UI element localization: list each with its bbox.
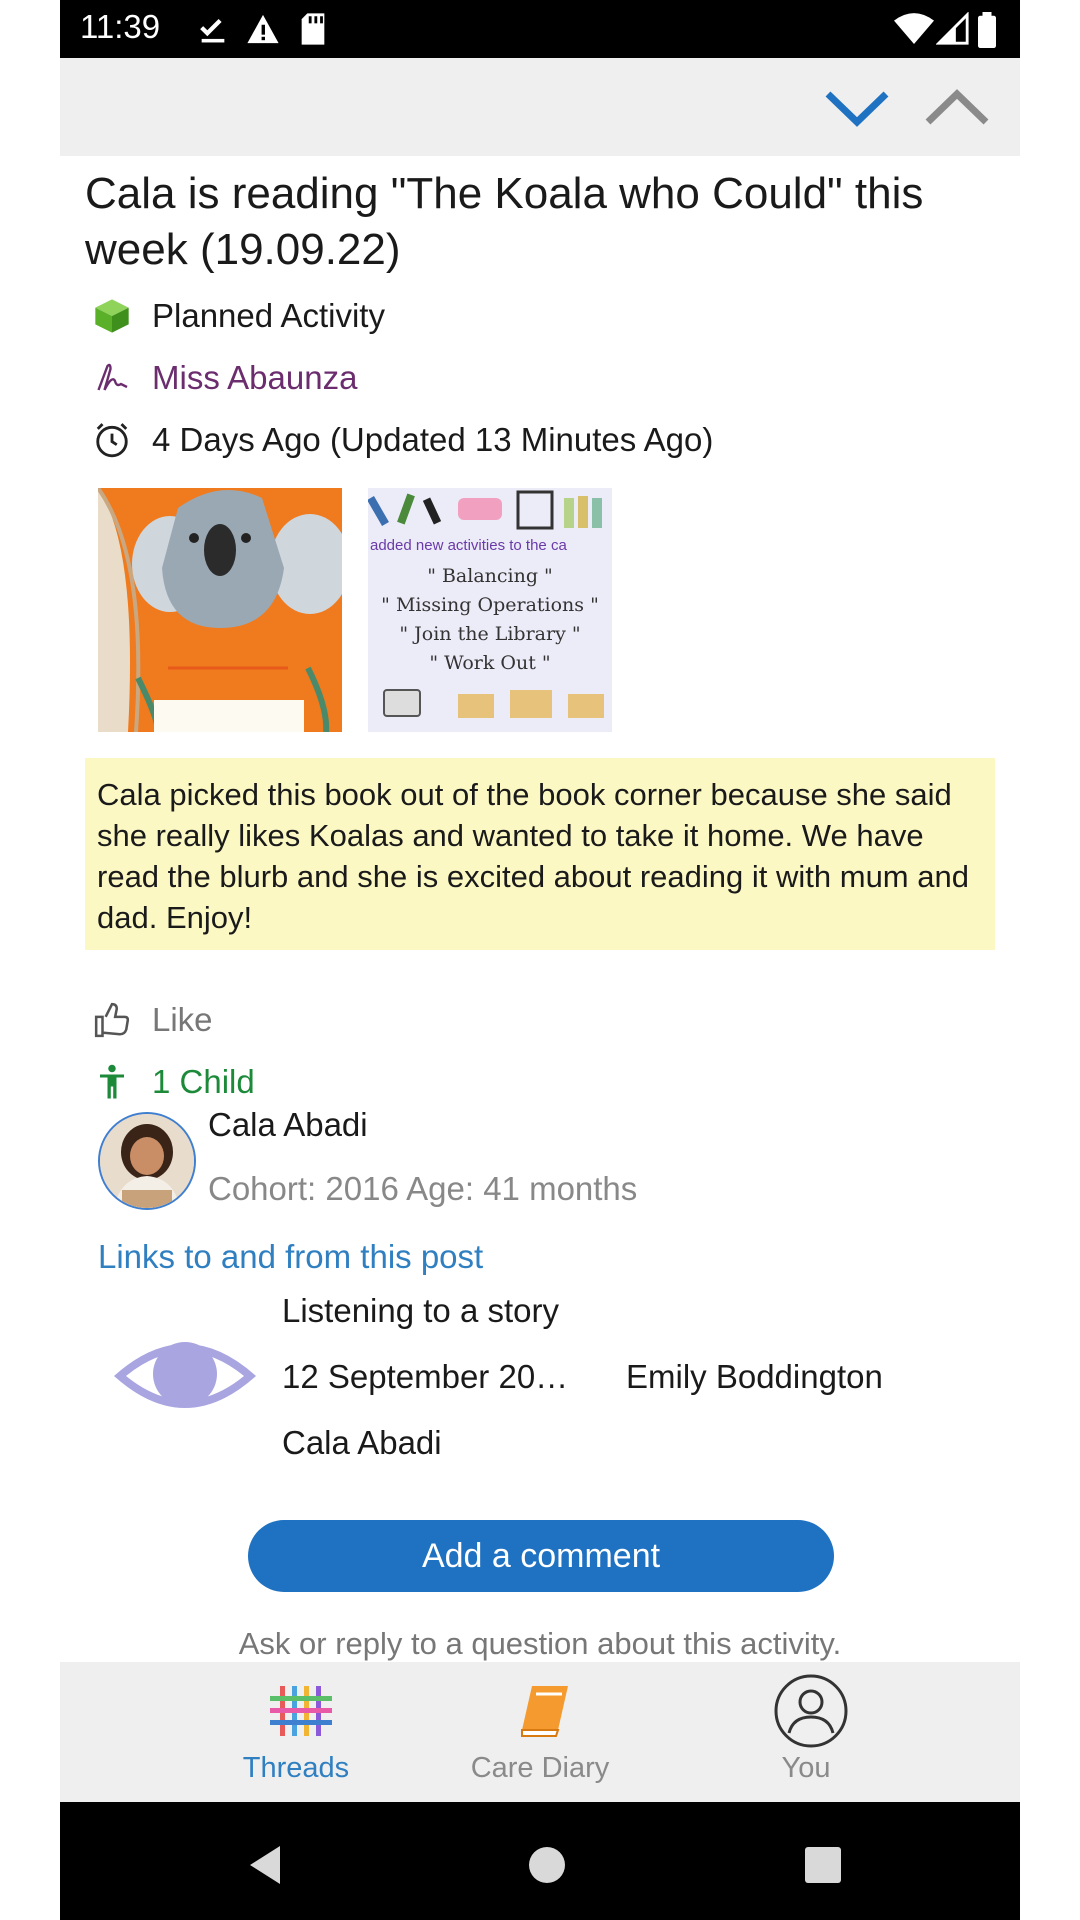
poster-line-4: " Join the Library " xyxy=(399,623,580,645)
bottom-navigation: Threads Care Diary You xyxy=(60,1662,1020,1802)
tab-threads-label: Threads xyxy=(242,1752,350,1784)
child-info: Cohort: 2016 Age: 41 months xyxy=(208,1170,638,1207)
previous-post-button[interactable] xyxy=(922,80,992,136)
links-section-title: Links to and from this post xyxy=(98,1238,484,1275)
book-icon xyxy=(510,1676,580,1746)
post-type-row: Planned Activity xyxy=(90,294,385,338)
system-navigation-bar xyxy=(60,1802,1020,1920)
poster-line-2: " Balancing " xyxy=(427,565,553,587)
tab-care-diary-label: Care Diary xyxy=(470,1752,610,1784)
link-title[interactable]: Listening to a story xyxy=(282,1292,559,1330)
like-button[interactable]: Like xyxy=(90,998,213,1042)
status-bar: 11:39 xyxy=(60,0,1020,58)
link-date: 12 September 20… xyxy=(282,1358,569,1395)
status-time: 11:39 xyxy=(80,8,161,45)
post-time-row: 4 Days Ago (Updated 13 Minutes Ago) xyxy=(90,418,713,462)
cube-icon xyxy=(90,294,134,338)
warning-icon xyxy=(247,14,279,44)
poster-line-1: added new activities to the ca xyxy=(370,537,567,554)
app-frame: 11:39 Cala is reading "The Koala who Cou… xyxy=(60,0,1020,1920)
wifi-icon xyxy=(894,13,934,44)
tab-you-label: You xyxy=(781,1752,831,1784)
post-author-row[interactable]: Miss Abaunza xyxy=(90,356,357,400)
chevron-down-icon xyxy=(825,91,889,127)
threads-icon xyxy=(266,1676,336,1746)
post-author: Miss Abaunza xyxy=(152,359,358,396)
signature-icon xyxy=(90,356,134,400)
child-name[interactable]: Cala Abadi xyxy=(208,1106,368,1144)
next-post-button[interactable] xyxy=(822,80,892,136)
children-count: 1 Child xyxy=(152,1063,255,1100)
user-icon xyxy=(772,1672,850,1750)
sd-card-icon xyxy=(301,13,325,45)
back-icon[interactable] xyxy=(242,1840,292,1890)
post-type: Planned Activity xyxy=(152,297,385,334)
post-time: 4 Days Ago (Updated 13 Minutes Ago) xyxy=(152,421,714,458)
battery-icon xyxy=(978,12,996,48)
thumbs-up-icon xyxy=(90,998,134,1042)
download-done-icon xyxy=(200,18,225,43)
link-child: Cala Abadi xyxy=(282,1424,442,1461)
add-comment-button[interactable]: Add a comment xyxy=(248,1520,834,1592)
tab-threads[interactable]: Threads xyxy=(176,1662,416,1802)
eye-icon[interactable] xyxy=(110,1326,260,1426)
clock-icon xyxy=(90,418,134,462)
link-author: Emily Boddington xyxy=(626,1358,883,1395)
post-toolbar xyxy=(60,58,1020,156)
post-note: Cala picked this book out of the book co… xyxy=(85,758,995,950)
post-title: Cala is reading "The Koala who Could" th… xyxy=(85,169,924,274)
koala-book-cover-image[interactable] xyxy=(98,488,342,732)
chevron-up-icon xyxy=(925,89,989,125)
like-label: Like xyxy=(152,1001,213,1038)
child-avatar[interactable] xyxy=(98,1112,196,1210)
recents-icon[interactable] xyxy=(798,1840,848,1890)
tab-you[interactable]: You xyxy=(686,1662,926,1802)
comment-helper-text: Ask or reply to a question about this ac… xyxy=(238,1626,842,1661)
activities-poster-image[interactable]: added new activities to the ca " Balanci… xyxy=(368,488,612,732)
tab-care-diary[interactable]: Care Diary xyxy=(420,1662,660,1802)
poster-line-5: " Work Out " xyxy=(429,652,550,674)
child-icon xyxy=(90,1060,134,1104)
home-icon[interactable] xyxy=(522,1840,572,1890)
signal-icon xyxy=(936,12,969,45)
children-count-row[interactable]: 1 Child xyxy=(90,1060,255,1104)
poster-line-3: " Missing Operations " xyxy=(381,594,599,616)
